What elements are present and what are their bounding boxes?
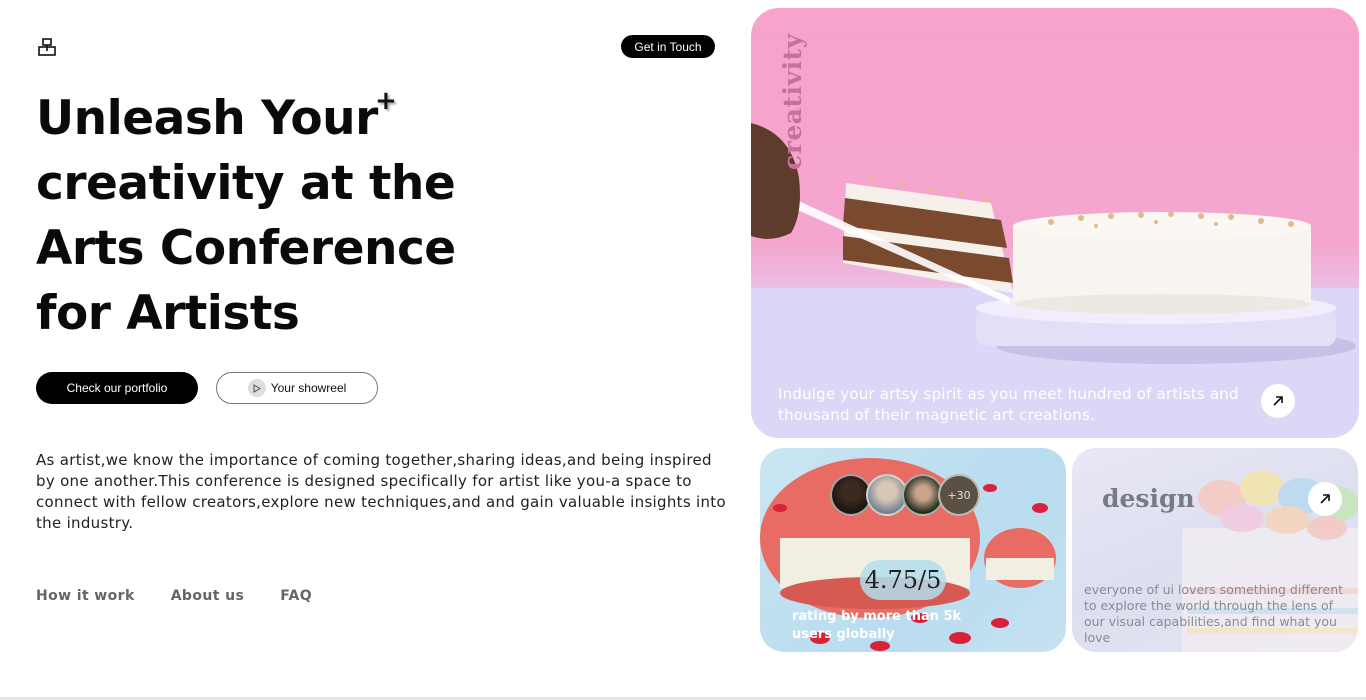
hero-card[interactable] — [751, 8, 1359, 438]
hero-card-caption: Indulge your artsy spirit as you meet hu… — [778, 385, 1239, 424]
design-card-title: design — [1102, 484, 1195, 513]
rating-caption: rating by more than 5k users globally — [792, 609, 962, 642]
showreel-label: Your showreel — [270, 381, 347, 395]
nav-about-us[interactable]: About us — [171, 588, 245, 604]
logo-icon[interactable] — [38, 38, 56, 56]
check-portfolio-button[interactable]: Check our portfolio — [36, 372, 198, 404]
hero-card-vertical-label: creativity — [778, 33, 807, 170]
nav-faq[interactable]: FAQ — [280, 588, 312, 604]
avatar-count-badge: +30 — [938, 474, 980, 516]
showreel-button[interactable]: Your showreel — [216, 372, 378, 404]
headline-line-3: Arts Conference — [36, 221, 456, 276]
footer-nav: How it work About us FAQ — [36, 588, 312, 604]
rating-value: 4.75/5 — [860, 560, 946, 600]
headline-line-4: for Artists — [36, 286, 300, 341]
plus-sparkle-icon: + — [375, 86, 397, 116]
headline-line-2: creativity at the — [36, 156, 456, 211]
hero-card-arrow-button[interactable] — [1261, 384, 1295, 418]
avatar-group: +30 — [830, 474, 980, 516]
play-icon — [247, 379, 266, 397]
page-title: Unleash Your creativity at the Arts Conf… — [36, 86, 496, 346]
design-card-caption: everyone of ui lovers something differen… — [1084, 582, 1344, 645]
arrow-up-right-icon — [1273, 396, 1283, 406]
cake-illustration — [751, 123, 1359, 438]
nav-how-it-work[interactable]: How it work — [36, 588, 135, 604]
arrow-up-right-icon — [1320, 494, 1330, 504]
intro-paragraph: As artist,we know the importance of comi… — [36, 451, 726, 532]
headline-line-1: Unleash Your — [36, 91, 378, 146]
get-in-touch-button[interactable]: Get in Touch — [621, 35, 715, 58]
design-card-arrow-button[interactable] — [1308, 482, 1342, 516]
